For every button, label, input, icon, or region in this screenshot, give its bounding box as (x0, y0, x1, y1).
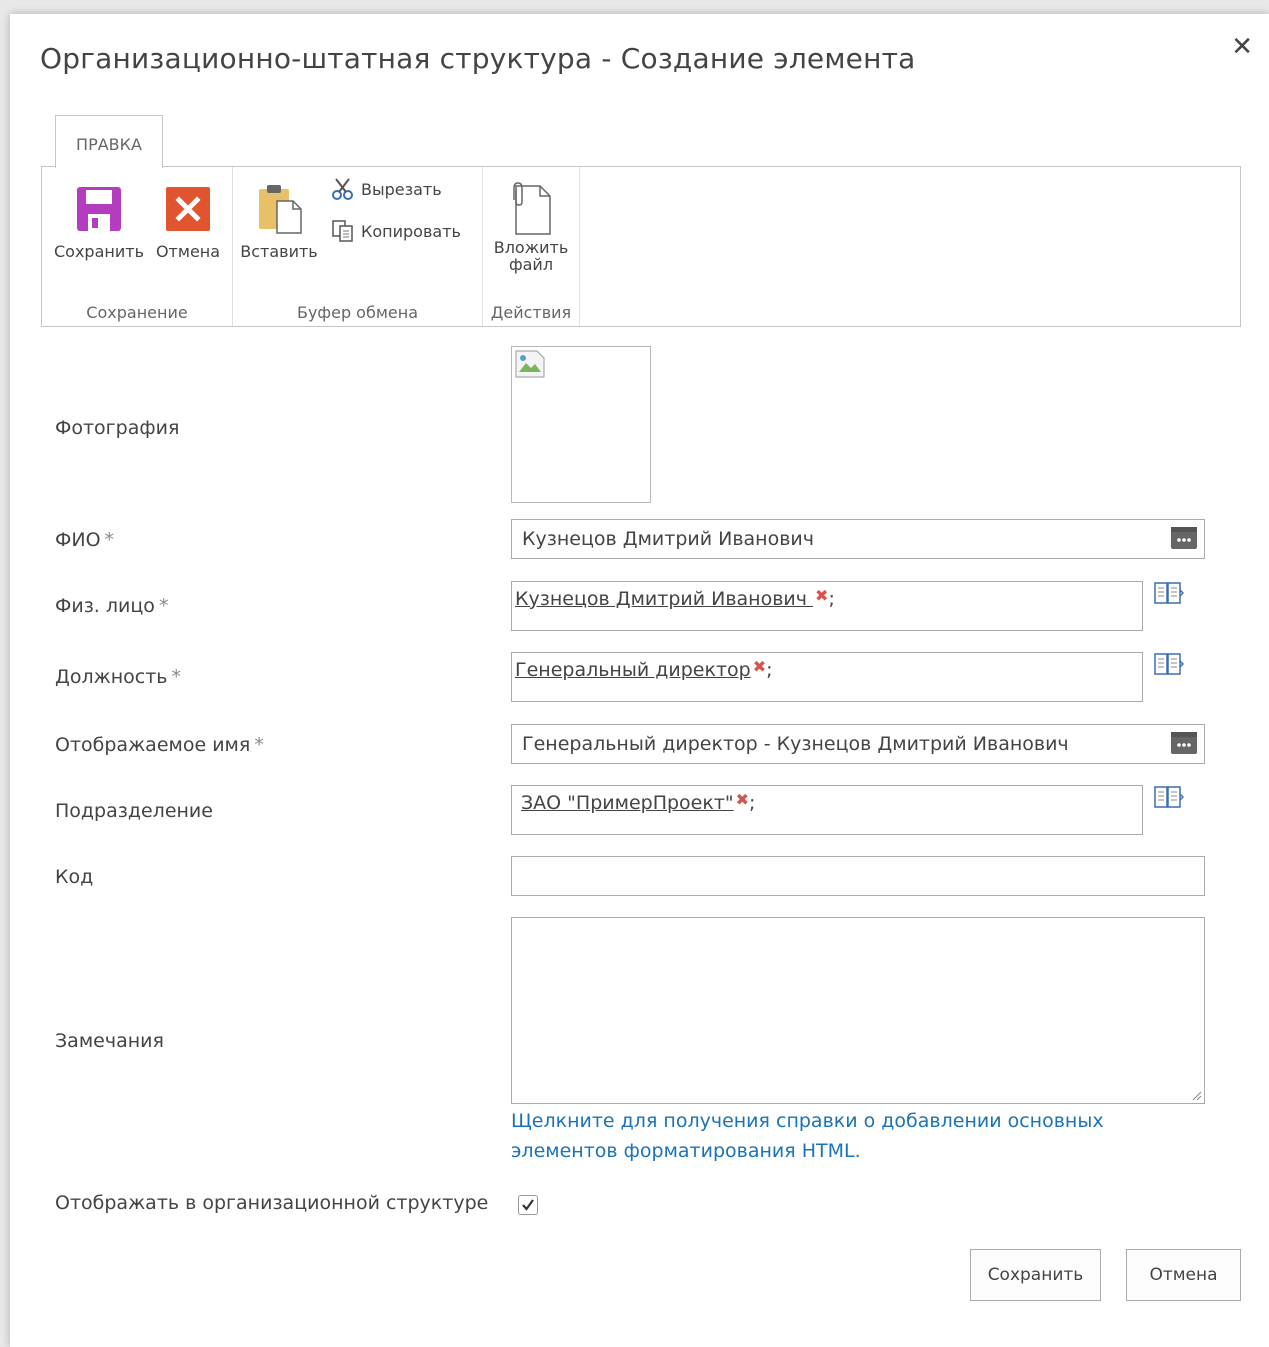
remove-x-icon[interactable]: ✖ (815, 586, 828, 605)
separator: ; (766, 659, 773, 681)
person-picker[interactable]: Кузнецов Дмитрий Иванович ✖; (511, 581, 1143, 631)
position-label: Должность * (55, 666, 181, 688)
tab-edit[interactable]: ПРАВКА (55, 115, 163, 168)
ribbon-cut-button[interactable]: Вырезать (331, 177, 442, 201)
remove-x-icon[interactable]: ✖ (753, 657, 766, 676)
text-field-menu-icon[interactable] (1171, 732, 1197, 754)
notes-label: Замечания (55, 1030, 164, 1052)
floppy-disk-icon (77, 187, 121, 231)
ribbon-group-save: Сохранить Отмена Сохранение (42, 167, 233, 326)
fio-label-text: ФИО (55, 529, 101, 551)
ribbon: Сохранить Отмена Сохранение Вставить Выр… (41, 166, 1241, 327)
ribbon-save-button[interactable]: Сохранить (53, 181, 145, 260)
ribbon-paste-button[interactable]: Вставить (239, 181, 319, 260)
html-help-link[interactable]: Щелкните для получения справки о добавле… (511, 1106, 1191, 1166)
display-name-label-text: Отображаемое имя (55, 734, 251, 756)
cancel-button[interactable]: Отмена (1126, 1249, 1241, 1301)
ribbon-copy-button[interactable]: Копировать (331, 219, 461, 243)
ribbon-cut-label: Вырезать (361, 179, 442, 199)
ribbon-save-label: Сохранить (54, 242, 144, 261)
ribbon-group-label: Действия (490, 303, 572, 322)
ribbon-cancel-button[interactable]: Отмена (151, 181, 225, 260)
checkmark-icon (522, 1199, 534, 1211)
attach-file-icon (513, 182, 551, 235)
display-name-input-value: Генеральный директор - Кузнецов Дмитрий … (522, 733, 1069, 755)
address-book-icon[interactable] (1154, 582, 1184, 606)
code-input[interactable] (511, 856, 1205, 896)
dialog-title: Организационно-штатная структура - Созда… (40, 42, 916, 75)
address-book-icon[interactable] (1154, 653, 1184, 677)
display-name-input[interactable]: Генеральный директор - Кузнецов Дмитрий … (511, 724, 1205, 764)
person-label-text: Физ. лицо (55, 595, 155, 617)
person-label: Физ. лицо * (55, 595, 168, 617)
show-in-org-label: Отображать в организационной структуре (55, 1192, 489, 1214)
ribbon-attach-label-2: файл (508, 255, 554, 274)
scissors-icon (332, 178, 353, 200)
fio-input[interactable]: Кузнецов Дмитрий Иванович (511, 519, 1205, 559)
ribbon-paste-label: Вставить (240, 242, 318, 261)
dialog: Организационно-штатная структура - Созда… (10, 14, 1269, 1347)
position-picker-value[interactable]: Генеральный директор (515, 659, 751, 681)
position-label-text: Должность (55, 666, 168, 688)
photo-image[interactable] (511, 346, 651, 503)
ribbon-group-label: Буфер обмена (296, 303, 419, 322)
help-link-line2: элементов форматирования HTML. (511, 1140, 861, 1162)
department-label: Подразделение (55, 800, 213, 822)
paste-clipboard-icon (259, 185, 302, 234)
save-button[interactable]: Сохранить (970, 1249, 1101, 1301)
ribbon-group-label: Сохранение (86, 303, 188, 322)
required-marker: * (104, 529, 115, 551)
resize-grip-icon[interactable] (1190, 1089, 1202, 1101)
person-picker-value[interactable]: Кузнецов Дмитрий Иванович (515, 588, 813, 610)
broken-image-icon (515, 350, 545, 378)
ribbon-group-actions: Вложить файл Действия (483, 167, 580, 326)
department-picker-value[interactable]: ЗАО "ПримерПроект" (521, 792, 734, 814)
required-marker: * (171, 666, 182, 688)
notes-textarea[interactable] (511, 917, 1205, 1104)
code-label: Код (55, 866, 94, 888)
required-marker: * (158, 595, 169, 617)
photo-label: Фотография (55, 417, 180, 439)
text-field-menu-icon[interactable] (1171, 527, 1197, 549)
close-icon[interactable]: ✕ (1231, 34, 1253, 60)
copy-icon (332, 220, 353, 242)
position-picker[interactable]: Генеральный директор ✖; (511, 652, 1143, 702)
ribbon-group-clipboard: Вставить Вырезать Копировать Буфер обмен… (233, 167, 483, 326)
ribbon-attach-label-1: Вложить (493, 238, 569, 257)
fio-label: ФИО * (55, 529, 114, 551)
ribbon-copy-label: Копировать (361, 221, 461, 241)
cancel-x-icon (166, 187, 210, 231)
fio-input-value: Кузнецов Дмитрий Иванович (522, 528, 815, 550)
address-book-icon[interactable] (1154, 786, 1184, 810)
ribbon-cancel-label: Отмена (155, 242, 221, 261)
show-in-org-checkbox[interactable] (518, 1195, 538, 1215)
help-link-line1: Щелкните для получения справки о добавле… (511, 1110, 1104, 1132)
remove-x-icon[interactable]: ✖ (736, 790, 749, 809)
separator: ; (749, 792, 756, 814)
separator: ; (828, 588, 835, 610)
department-picker[interactable]: ЗАО "ПримерПроект" ✖; (511, 785, 1143, 835)
required-marker: * (254, 734, 264, 756)
display-name-label: Отображаемое имя * (55, 734, 264, 756)
ribbon-attach-file-button[interactable]: Вложить файл (491, 181, 571, 273)
